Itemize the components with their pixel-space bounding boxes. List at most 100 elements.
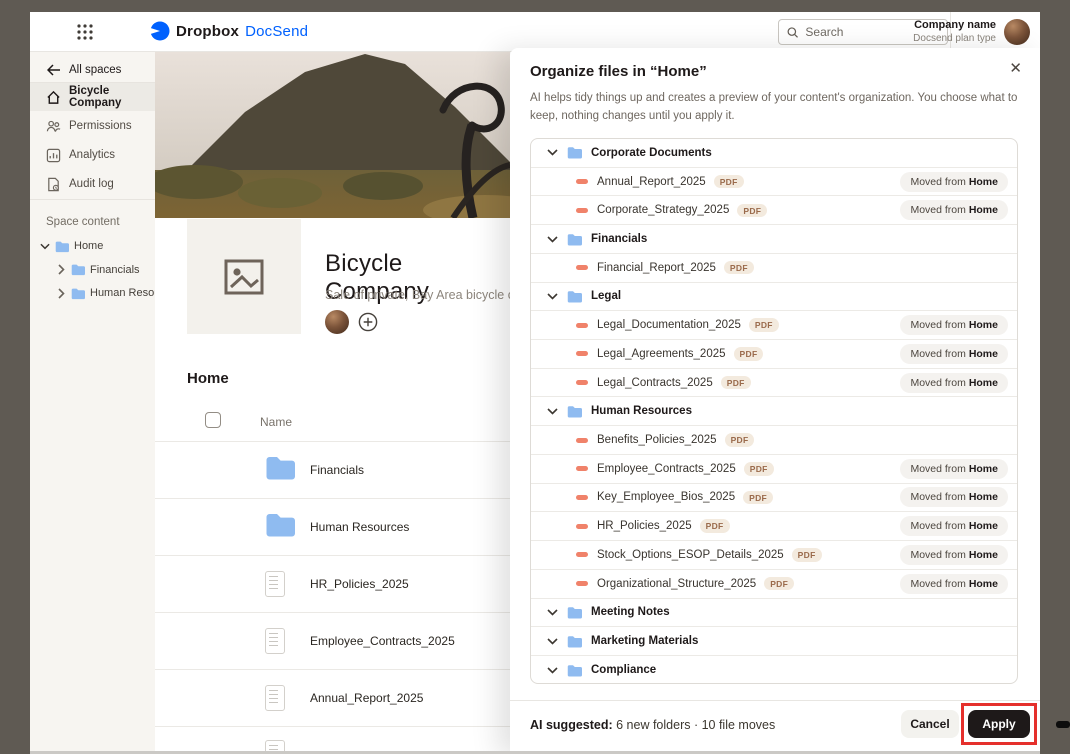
pdf-badge: PDF (764, 577, 794, 591)
sidebar-item-permissions[interactable]: Permissions (30, 112, 155, 140)
space-banner-image (155, 52, 510, 218)
home-section-heading: Home (187, 370, 229, 387)
organize-folder-row[interactable]: Compliance (531, 656, 1017, 684)
chevron-right-icon[interactable] (56, 265, 66, 275)
account-menu[interactable]: Company name Docsend plan type (913, 12, 1030, 52)
file-dash-icon (576, 380, 588, 385)
folder-icon (71, 287, 85, 300)
sidebar-item-label: Audit log (69, 178, 114, 190)
chevron-down-icon[interactable] (546, 606, 558, 618)
space-logo-placeholder[interactable] (187, 219, 301, 334)
chevron-down-icon[interactable] (546, 147, 558, 159)
folder-icon (265, 455, 295, 484)
organize-file-row[interactable]: Legal_Documentation_2025 PDF Moved from Ho… (531, 311, 1017, 340)
organize-file-row[interactable]: Annual_Report_2025PDFMoved from Home (531, 168, 1017, 197)
back-all-spaces[interactable]: All spaces (30, 56, 155, 84)
owner-avatar[interactable] (325, 310, 349, 334)
space-main: Bicycle Company Sale of private, Bay Are… (155, 52, 510, 754)
apps-grid-icon[interactable] (76, 23, 94, 41)
folder-icon (567, 635, 582, 648)
ai-summary-text: 6 new folders · 10 file moves (613, 718, 776, 732)
organize-file-row[interactable]: Benefits_Policies_2025PDF (531, 426, 1017, 455)
folder-icon (567, 233, 582, 246)
organize-folder-row[interactable]: Legal (531, 283, 1017, 312)
brand[interactable]: Dropbox DocSend (150, 21, 308, 41)
apply-button[interactable]: Apply (968, 710, 1030, 738)
people-icon (46, 119, 61, 134)
file-label: Benefits_Policies_2025 (597, 434, 717, 446)
folder-label: Compliance (591, 664, 656, 676)
folder-label: Meeting Notes (591, 606, 670, 618)
chevron-down-icon[interactable] (546, 233, 558, 245)
folder-icon (265, 512, 295, 541)
brand-primary: Dropbox (176, 23, 239, 40)
chevron-down-icon[interactable] (546, 290, 558, 302)
moved-from-pill: Moved from Home (900, 172, 1008, 192)
folder-label: Financials (591, 233, 647, 245)
sidebar-item-audit-log[interactable]: Audit log (30, 170, 155, 198)
ai-summary: AI suggested: 6 new folders · 10 file mo… (530, 718, 775, 732)
pdf-badge: PDF (700, 519, 730, 533)
organize-file-row[interactable]: Employee_Contracts_2025PDFMoved from Hom… (531, 455, 1017, 484)
account-avatar[interactable] (1004, 19, 1030, 45)
table-row[interactable]: Financials (155, 441, 510, 498)
tree-item-home[interactable]: Home (30, 235, 155, 257)
folder-icon (567, 405, 582, 418)
select-all-checkbox[interactable] (205, 412, 221, 428)
organize-file-row[interactable]: HR_Policies_2025PDFMoved from Home (531, 512, 1017, 541)
file-dash-icon (576, 438, 588, 443)
file-label: Employee_Contracts_2025 (597, 463, 736, 475)
table-row[interactable]: Human Resources (155, 498, 510, 555)
moved-from-pill: Moved from Home (900, 200, 1008, 220)
row-name: Annual_Report_2025 (310, 691, 423, 705)
organize-file-row[interactable]: Corporate_Strategy_2025PDFMoved from Hom… (531, 196, 1017, 225)
table-row[interactable]: HR_Policies_2025 (155, 555, 510, 612)
organize-folder-row[interactable]: Financials (531, 225, 1017, 254)
sidebar-item-bicycle-company[interactable]: Bicycle Company (30, 83, 155, 111)
add-member-button[interactable] (358, 312, 378, 332)
table-row[interactable]: Annual_Report_2025 (155, 669, 510, 726)
search-icon (787, 26, 798, 39)
pdf-badge: PDF (749, 318, 779, 332)
moved-from-pill: Moved from Home (900, 487, 1008, 507)
moved-from-pill: Moved from Home (900, 459, 1008, 479)
tree-item-label: Financials (90, 264, 140, 276)
organize-file-row[interactable]: Legal_Agreements_2025PDFMoved from Home (531, 340, 1017, 369)
document-icon (265, 571, 285, 597)
pdf-badge: PDF (737, 204, 767, 218)
name-column-header: Name (260, 415, 292, 429)
top-bar: Dropbox DocSend Company name Docsend pla… (30, 12, 1040, 52)
file-label: Legal_Documentation_2025 (597, 319, 741, 331)
account-plan: Docsend plan type (913, 33, 996, 46)
organize-file-row[interactable]: Organizational_Structure_2025PDFMoved fr… (531, 570, 1017, 599)
organize-file-row[interactable]: Stock_Options_ESOP_Details_2025PDFMoved … (531, 541, 1017, 570)
chevron-down-icon[interactable] (546, 635, 558, 647)
chevron-down-icon[interactable] (40, 241, 50, 251)
chevron-down-icon[interactable] (546, 405, 558, 417)
organize-folder-row[interactable]: Meeting Notes (531, 599, 1017, 628)
organize-file-row[interactable]: Legal_Contracts_2025PDFMoved from Home (531, 369, 1017, 398)
moved-from-pill: Moved from Home (900, 574, 1008, 594)
organize-folder-row[interactable]: Human Resources (531, 397, 1017, 426)
organize-folder-row[interactable]: Marketing Materials (531, 627, 1017, 656)
pdf-badge: PDF (743, 491, 773, 505)
sidebar-item-label: Analytics (69, 149, 115, 161)
table-row[interactable]: Employee_Contracts_2025 (155, 612, 510, 669)
close-icon[interactable]: ✕ (1009, 61, 1022, 76)
moved-from-pill: Moved from Home (900, 516, 1008, 536)
organize-file-row[interactable]: Financial_Report_2025PDF (531, 254, 1017, 283)
folder-label: Legal (591, 290, 621, 302)
pdf-badge: PDF (724, 261, 754, 275)
cancel-button[interactable]: Cancel (901, 710, 959, 738)
space-subtitle: Sale of private, Bay Area bicycle compa (325, 288, 510, 302)
organize-folder-row[interactable]: Corporate Documents (531, 139, 1017, 168)
organize-file-row[interactable]: Key_Employee_Bios_2025PDFMoved from Home (531, 484, 1017, 513)
row-name: Employee_Contracts_2025 (310, 634, 455, 648)
tree-item-financials[interactable]: Financials (30, 259, 155, 281)
row-name: HR_Policies_2025 (310, 577, 409, 591)
moved-from-pill: Moved from Home (900, 315, 1008, 335)
chevron-down-icon[interactable] (546, 664, 558, 676)
tree-item-human-resourc-[interactable]: Human Resourc... (30, 282, 155, 304)
chevron-right-icon[interactable] (56, 288, 66, 298)
sidebar-item-analytics[interactable]: Analytics (30, 141, 155, 169)
